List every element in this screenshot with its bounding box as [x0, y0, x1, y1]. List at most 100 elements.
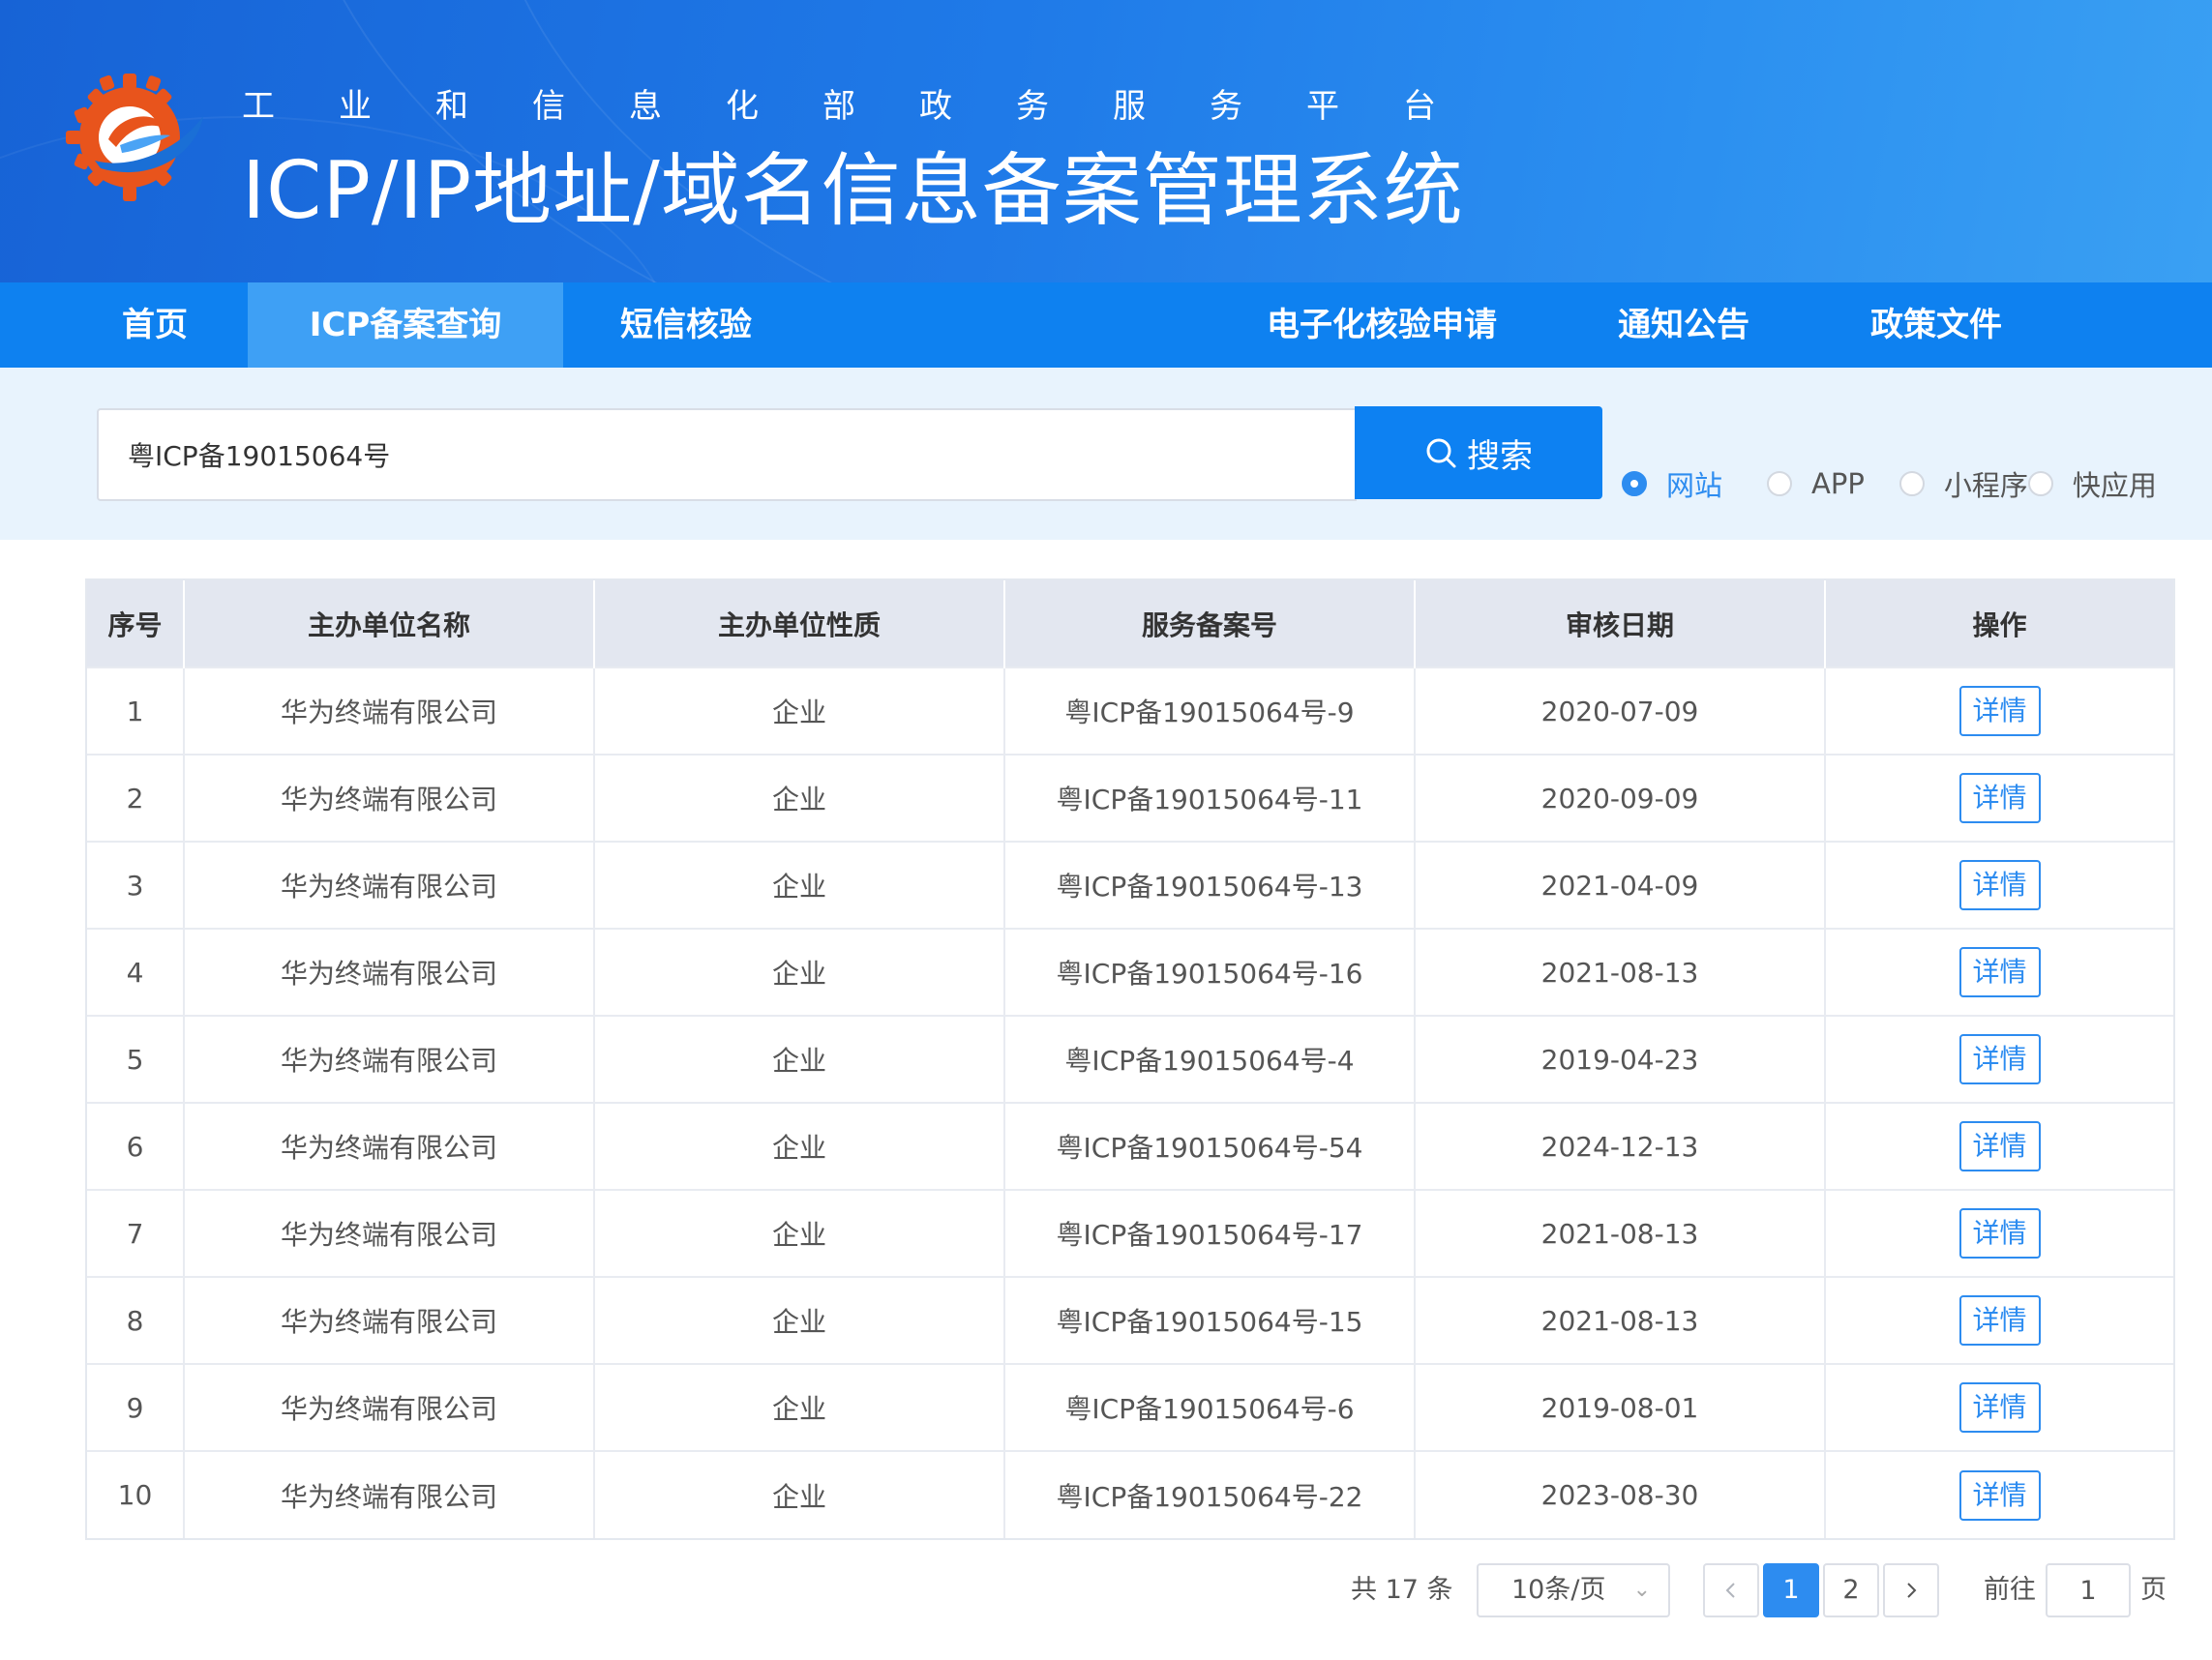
- prev-page-button[interactable]: [1703, 1563, 1759, 1617]
- cell-review-date: 2021-08-13: [1415, 1189, 1826, 1277]
- nav-item-icp-query[interactable]: ICP备案查询: [248, 282, 563, 368]
- cell-review-date: 2019-04-23: [1415, 1015, 1826, 1103]
- table-row: 8 华为终端有限公司 企业 粤ICP备19015064号-15 2021-08-…: [87, 1276, 2173, 1364]
- detail-button[interactable]: 详情: [1958, 1382, 2041, 1433]
- radio-label: 网站: [1666, 469, 1723, 502]
- table-row: 9 华为终端有限公司 企业 粤ICP备19015064号-6 2019-08-0…: [87, 1363, 2173, 1451]
- results-table: 序号 主办单位名称 主办单位性质 服务备案号 审核日期 操作 1 华为终端有限公…: [85, 578, 2175, 1540]
- page-button-1[interactable]: 1: [1763, 1563, 1819, 1617]
- search-band: 搜索 网站 APP 小程序 快应用: [0, 368, 2212, 540]
- next-page-button[interactable]: [1883, 1563, 1939, 1617]
- cell-index: 5: [87, 1015, 185, 1103]
- cell-record-no: 粤ICP备19015064号-54: [1004, 1102, 1416, 1190]
- radio-quick-app[interactable]: 快应用: [2027, 463, 2157, 504]
- detail-button[interactable]: 详情: [1958, 947, 2041, 997]
- cell-review-date: 2021-08-13: [1415, 1276, 1826, 1364]
- column-header-organizer[interactable]: 主办单位名称: [184, 580, 595, 667]
- subtitle-char: 化: [726, 87, 759, 126]
- detail-button[interactable]: 详情: [1958, 1034, 2041, 1084]
- detail-button[interactable]: 详情: [1958, 1121, 2041, 1171]
- column-header-index[interactable]: 序号: [87, 580, 185, 667]
- cell-review-date: 2021-08-13: [1415, 928, 1826, 1016]
- cell-record-no: 粤ICP备19015064号-9: [1004, 667, 1416, 755]
- cell-organizer: 华为终端有限公司: [184, 1102, 595, 1190]
- detail-button[interactable]: 详情: [1958, 1208, 2041, 1259]
- cell-nature: 企业: [594, 1189, 1005, 1277]
- chevron-down-icon: ⌄: [1632, 1578, 1651, 1602]
- radio-dot: [1767, 471, 1793, 496]
- radio-website[interactable]: 网站: [1622, 463, 1722, 504]
- table-row: 7 华为终端有限公司 企业 粤ICP备19015064号-17 2021-08-…: [87, 1189, 2173, 1277]
- cell-review-date: 2021-04-09: [1415, 841, 1826, 929]
- cell-action: 详情: [1825, 754, 2173, 842]
- detail-button[interactable]: 详情: [1958, 1295, 2041, 1346]
- search-type-group: 网站 APP 小程序 快应用: [1622, 464, 2157, 503]
- nav-item-policies[interactable]: 政策文件: [1856, 282, 2017, 368]
- goto-label: 前往: [1984, 1575, 2036, 1605]
- ministry-subtitle: 工 业 和 信 息 化 部 政 务 服 务 平 台: [242, 79, 1500, 127]
- cell-organizer: 华为终端有限公司: [184, 1189, 595, 1277]
- cell-record-no: 粤ICP备19015064号-4: [1004, 1015, 1416, 1103]
- table-row: 3 华为终端有限公司 企业 粤ICP备19015064号-13 2021-04-…: [87, 841, 2173, 929]
- cell-index: 9: [87, 1363, 185, 1451]
- cell-nature: 企业: [594, 841, 1005, 929]
- page-size-select[interactable]: 10条/页 ⌄: [1477, 1563, 1670, 1617]
- subtitle-char: 服: [1113, 87, 1146, 126]
- table-header-row: 序号 主办单位名称 主办单位性质 服务备案号 审核日期 操作: [87, 580, 2173, 667]
- page-unit-label: 页: [2140, 1575, 2167, 1605]
- table-row: 10 华为终端有限公司 企业 粤ICP备19015064号-22 2023-08…: [87, 1450, 2173, 1538]
- column-header-nature[interactable]: 主办单位性质: [594, 580, 1005, 667]
- column-header-record-no[interactable]: 服务备案号: [1004, 580, 1416, 667]
- nav-item-notices[interactable]: 通知公告: [1604, 282, 1763, 368]
- cell-action: 详情: [1825, 1276, 2173, 1364]
- cell-review-date: 2020-07-09: [1415, 667, 1826, 755]
- cell-organizer: 华为终端有限公司: [184, 841, 595, 929]
- search-input[interactable]: [97, 408, 1357, 501]
- search-button[interactable]: 搜索: [1355, 406, 1602, 499]
- cell-organizer: 华为终端有限公司: [184, 928, 595, 1016]
- cell-record-no: 粤ICP备19015064号-16: [1004, 928, 1416, 1016]
- chevron-right-icon: [1907, 1583, 1917, 1598]
- goto-page-input[interactable]: [2046, 1563, 2131, 1617]
- cell-nature: 企业: [594, 928, 1005, 1016]
- table-row: 5 华为终端有限公司 企业 粤ICP备19015064号-4 2019-04-2…: [87, 1015, 2173, 1103]
- nav-item-sms-verify[interactable]: 短信核验: [600, 282, 772, 368]
- subtitle-char: 工: [242, 87, 275, 126]
- radio-dot: [1898, 471, 1925, 496]
- radio-app[interactable]: APP: [1767, 467, 1865, 500]
- cell-record-no: 粤ICP备19015064号-17: [1004, 1189, 1416, 1277]
- radio-mini-program[interactable]: 小程序: [1898, 463, 2028, 504]
- cell-index: 2: [87, 754, 185, 842]
- cell-organizer: 华为终端有限公司: [184, 754, 595, 842]
- nav-item-e-verify-apply[interactable]: 电子化核验申请: [1248, 282, 1515, 368]
- detail-button[interactable]: 详情: [1958, 860, 2041, 910]
- cell-record-no: 粤ICP备19015064号-22: [1004, 1450, 1416, 1538]
- cell-organizer: 华为终端有限公司: [184, 1276, 595, 1364]
- cell-organizer: 华为终端有限公司: [184, 1450, 595, 1538]
- detail-button[interactable]: 详情: [1958, 686, 2041, 736]
- subtitle-char: 息: [629, 87, 662, 126]
- radio-dot: [2027, 471, 2053, 496]
- nav-item-home[interactable]: 首页: [85, 282, 224, 368]
- subtitle-char: 台: [1403, 87, 1436, 126]
- page-button-2[interactable]: 2: [1823, 1563, 1879, 1617]
- page-size-label: 10条/页: [1511, 1575, 1606, 1605]
- detail-button[interactable]: 详情: [1958, 773, 2041, 823]
- column-header-action[interactable]: 操作: [1825, 580, 2173, 667]
- cell-nature: 企业: [594, 1015, 1005, 1103]
- cell-review-date: 2020-09-09: [1415, 754, 1826, 842]
- cell-index: 10: [87, 1450, 185, 1538]
- cell-index: 4: [87, 928, 185, 1016]
- column-header-review-date[interactable]: 审核日期: [1415, 580, 1826, 667]
- cell-record-no: 粤ICP备19015064号-6: [1004, 1363, 1416, 1451]
- detail-button[interactable]: 详情: [1958, 1469, 2041, 1521]
- radio-label: APP: [1811, 467, 1865, 500]
- cell-action: 详情: [1825, 841, 2173, 929]
- radio-dot: [1622, 471, 1647, 496]
- system-title: ICP/IP地址/域名信息备案管理系统: [242, 145, 1464, 237]
- cell-action: 详情: [1825, 1102, 2173, 1190]
- cell-nature: 企业: [594, 667, 1005, 755]
- cell-action: 详情: [1825, 667, 2173, 755]
- cell-record-no: 粤ICP备19015064号-13: [1004, 841, 1416, 929]
- cell-action: 详情: [1825, 928, 2173, 1016]
